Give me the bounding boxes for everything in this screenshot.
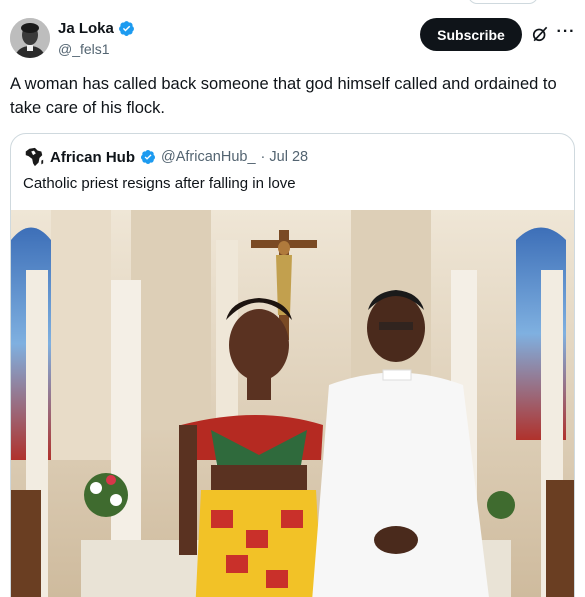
- more-dots-icon[interactable]: ···: [556, 22, 576, 42]
- tweet-header: Ja Loka @_fels1 Subscribe ···: [10, 16, 575, 62]
- scroll-pill: [468, 0, 538, 4]
- author-name[interactable]: Ja Loka: [58, 20, 114, 37]
- quoted-text: Catholic priest resigns after falling in…: [23, 175, 296, 192]
- verified-badge-icon: [141, 150, 156, 164]
- author-block: Ja Loka @_fels1: [58, 19, 135, 57]
- tweet-text: A woman has called back someone that god…: [10, 75, 557, 117]
- quoted-photo[interactable]: [11, 210, 574, 597]
- quoted-author-name[interactable]: African Hub: [50, 149, 135, 166]
- church-couple-photo-icon: [11, 210, 574, 597]
- person-avatar-icon: [10, 18, 50, 58]
- quoted-header: African Hub @AfricanHub_ · Jul 28: [23, 147, 308, 167]
- quoted-tweet[interactable]: African Hub @AfricanHub_ · Jul 28 Cathol…: [10, 133, 575, 597]
- africa-map-logo-icon: [25, 147, 44, 167]
- grok-slash-icon[interactable]: [530, 24, 550, 44]
- quoted-author-handle[interactable]: @AfricanHub_: [161, 149, 256, 165]
- subscribe-button[interactable]: Subscribe: [420, 18, 522, 51]
- verified-badge-icon: [118, 21, 134, 36]
- author-handle[interactable]: @_fels1: [58, 41, 135, 57]
- quoted-date[interactable]: · Jul 28: [261, 149, 309, 165]
- avatar[interactable]: [10, 18, 50, 58]
